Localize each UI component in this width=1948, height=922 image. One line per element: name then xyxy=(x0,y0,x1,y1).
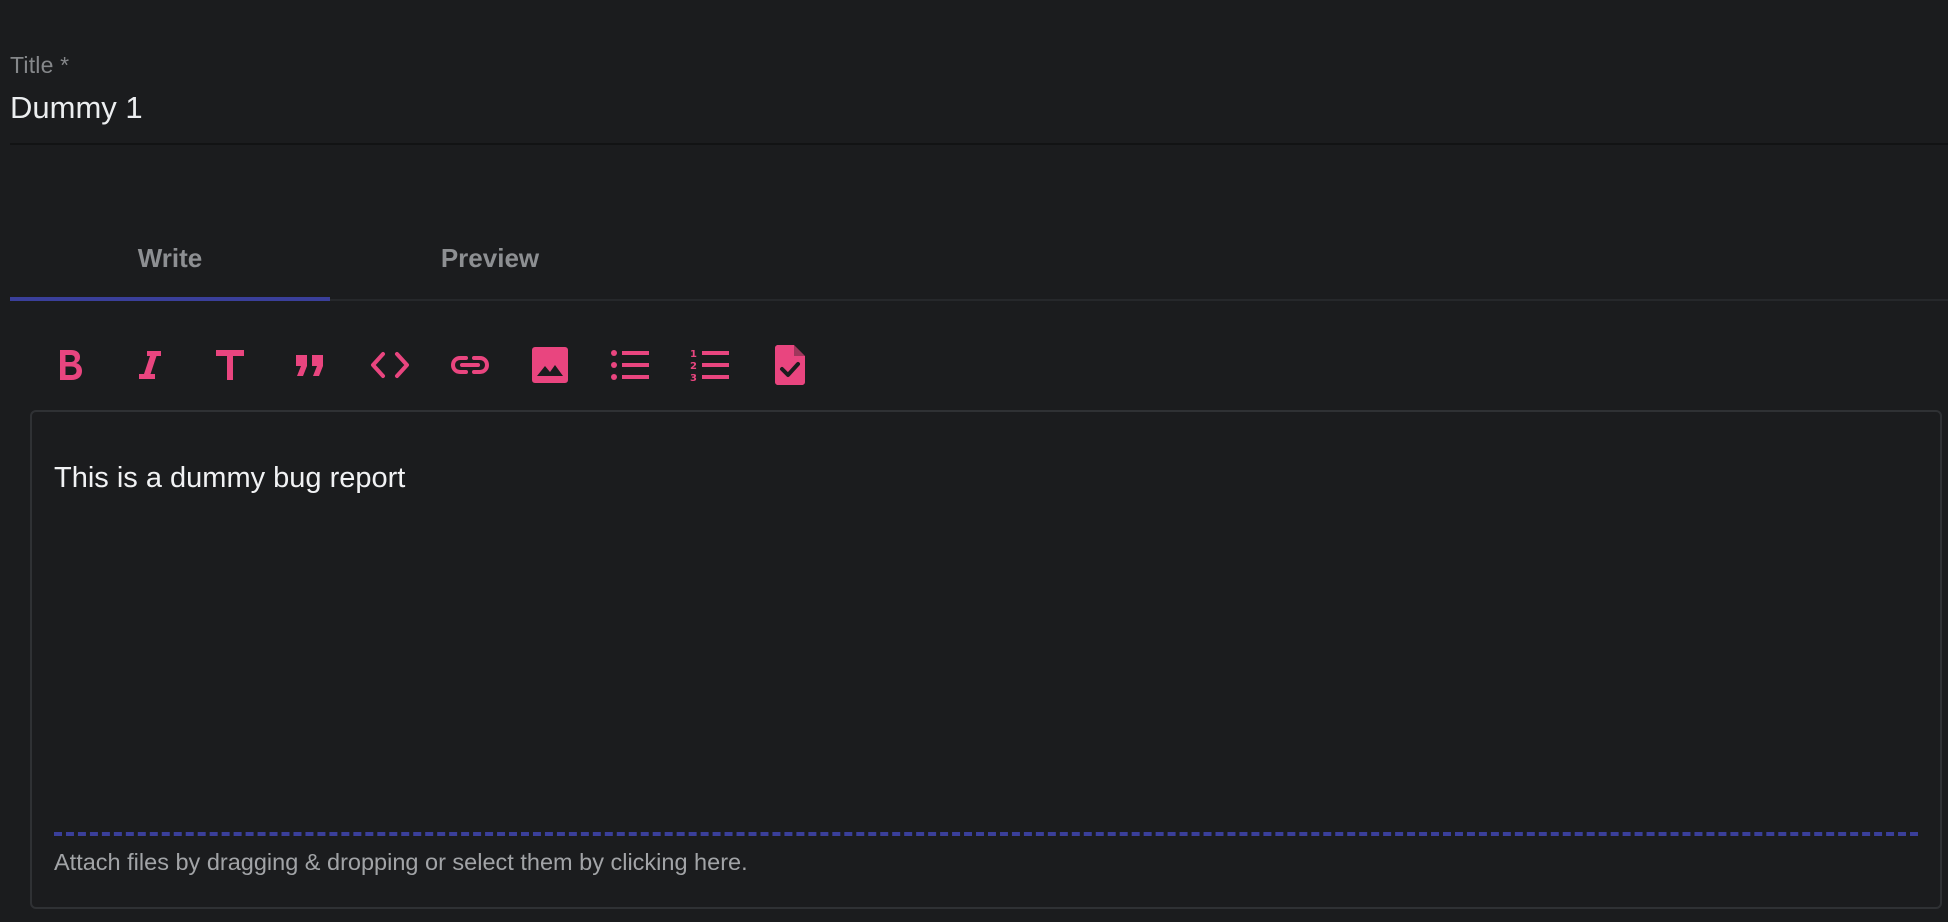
quote-button[interactable] xyxy=(270,338,350,392)
tab-preview[interactable]: Preview xyxy=(330,218,650,299)
image-icon xyxy=(532,347,568,383)
editor-tabs: Write Preview xyxy=(10,218,1948,301)
title-label: Title * xyxy=(10,52,70,78)
heading-button[interactable] xyxy=(190,338,270,392)
italic-button[interactable] xyxy=(110,338,190,392)
bulleted-list-icon xyxy=(611,350,649,380)
title-input[interactable] xyxy=(10,90,1910,126)
markdown-editor[interactable]: This is a dummy bug report Attach files … xyxy=(30,410,1942,909)
numbered-list-icon: 1 2 3 xyxy=(690,349,729,382)
italic-icon xyxy=(139,351,161,379)
bold-button[interactable] xyxy=(30,338,110,392)
title-field: Title * xyxy=(10,52,1948,145)
quote-icon xyxy=(296,355,323,376)
svg-text:1: 1 xyxy=(690,349,697,360)
task-file-button[interactable] xyxy=(750,338,830,392)
tab-write[interactable]: Write xyxy=(10,218,330,299)
task-file-icon xyxy=(775,345,805,385)
attach-divider xyxy=(54,832,1918,836)
heading-icon xyxy=(216,350,244,380)
attach-files-link[interactable]: Attach files by dragging & dropping or s… xyxy=(54,849,748,876)
bulleted-list-button[interactable] xyxy=(590,338,670,392)
link-icon xyxy=(450,356,490,374)
link-button[interactable] xyxy=(430,338,510,392)
bold-icon xyxy=(60,350,82,380)
image-button[interactable] xyxy=(510,338,590,392)
svg-text:2: 2 xyxy=(690,361,697,372)
svg-text:3: 3 xyxy=(690,373,697,382)
formatting-toolbar: 1 2 3 xyxy=(30,338,830,392)
numbered-list-button[interactable]: 1 2 3 xyxy=(670,338,750,392)
editor-body-text[interactable]: This is a dummy bug report xyxy=(54,462,405,495)
code-icon xyxy=(371,352,409,378)
issue-form: Title * Write Preview xyxy=(0,0,1948,922)
code-button[interactable] xyxy=(350,338,430,392)
active-tab-indicator xyxy=(10,297,330,301)
